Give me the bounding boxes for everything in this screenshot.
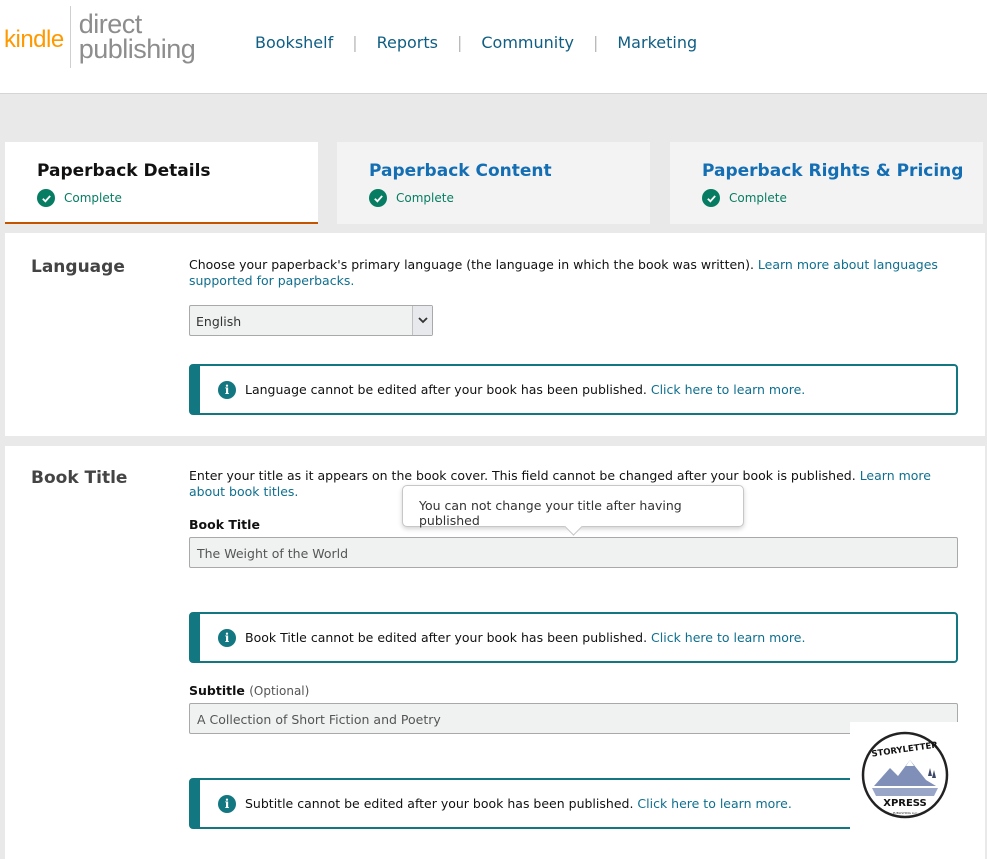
logo-publishing: publishing xyxy=(78,34,196,64)
nav-separator: | xyxy=(456,33,463,52)
language-info-link[interactable]: Click here to learn more. xyxy=(651,382,805,397)
language-section: Language Choose your paperback's primary… xyxy=(5,233,985,436)
subtitle-optional-text: (Optional) xyxy=(249,684,310,698)
main-nav: Bookshelf | Reports | Community | Market… xyxy=(255,33,697,52)
subtitle-label-text: Subtitle xyxy=(189,683,245,698)
check-circle-icon xyxy=(702,189,720,207)
tab-title: Paperback Content xyxy=(369,161,552,181)
language-selected-value: English xyxy=(196,314,242,329)
tab-paperback-rights-pricing[interactable]: Paperback Rights & Pricing Complete xyxy=(670,142,983,224)
info-icon: i xyxy=(218,380,236,399)
nav-community[interactable]: Community xyxy=(481,33,574,52)
chevron-down-icon[interactable] xyxy=(412,306,432,335)
logo-divider xyxy=(69,6,71,68)
nav-reports[interactable]: Reports xyxy=(377,33,438,52)
language-desc-text: Choose your paperback's primary language… xyxy=(189,257,758,272)
logo-kindle-text: kindle xyxy=(4,26,64,53)
book-title-desc-text: Enter your title as it appears on the bo… xyxy=(189,468,860,483)
subtitle-label: Subtitle (Optional) xyxy=(189,683,309,698)
book-title-info-alert: i Book Title cannot be edited after your… xyxy=(189,612,958,663)
info-icon: i xyxy=(218,628,236,647)
check-circle-icon xyxy=(369,189,387,207)
subtitle-info-text: Subtitle cannot be edited after your boo… xyxy=(245,796,634,811)
nav-bookshelf[interactable]: Bookshelf xyxy=(255,33,333,52)
language-info-text: Language cannot be edited after your boo… xyxy=(245,382,647,397)
subtitle-info-alert: i Subtitle cannot be edited after your b… xyxy=(189,778,958,829)
tab-paperback-content[interactable]: Paperback Content Complete xyxy=(337,142,650,224)
nav-separator: | xyxy=(352,33,358,52)
watermark-bottom-text: XPRESS xyxy=(883,798,927,809)
tooltip-text: You can not change your title after havi… xyxy=(419,498,682,528)
check-circle-icon xyxy=(37,189,55,207)
subtitle-value: A Collection of Short Fiction and Poetry xyxy=(197,712,441,727)
tab-paperback-details[interactable]: Paperback Details Complete xyxy=(5,142,318,224)
language-select[interactable]: English xyxy=(189,305,433,336)
language-description: Choose your paperback's primary language… xyxy=(189,257,959,289)
book-title-label: Book Title xyxy=(189,517,260,532)
kdp-logo[interactable]: kindle direct publishing xyxy=(4,6,196,70)
storyletter-xpress-watermark: STORYLETTER XPRESS PUBLISHING LLC xyxy=(850,722,960,830)
book-title-info-text: Book Title cannot be edited after your b… xyxy=(245,630,648,645)
book-title-info-link[interactable]: Click here to learn more. xyxy=(651,630,805,645)
tab-status: Complete xyxy=(37,189,318,207)
tab-status: Complete xyxy=(369,189,650,207)
nav-separator: | xyxy=(592,33,599,52)
tab-title: Paperback Rights & Pricing xyxy=(702,161,964,181)
book-title-heading: Book Title xyxy=(31,468,128,488)
nav-marketing[interactable]: Marketing xyxy=(617,33,697,52)
title-tooltip: You can not change your title after havi… xyxy=(402,485,744,528)
tab-status: Complete xyxy=(702,189,983,207)
watermark-small-text: PUBLISHING LLC xyxy=(893,811,918,815)
book-title-value: The Weight of the World xyxy=(197,546,349,561)
book-title-input[interactable]: The Weight of the World xyxy=(189,537,958,568)
watermark-seal-icon: STORYLETTER XPRESS PUBLISHING LLC xyxy=(861,731,949,819)
top-header: kindle direct publishing Bookshelf | Rep… xyxy=(0,0,987,94)
subtitle-info-link[interactable]: Click here to learn more. xyxy=(637,796,791,811)
language-info-alert: i Language cannot be edited after your b… xyxy=(189,364,958,415)
tab-status-label: Complete xyxy=(64,191,122,205)
logo-direct-publishing-text: direct publishing xyxy=(78,11,196,64)
tab-title: Paperback Details xyxy=(37,161,211,181)
tab-status-label: Complete xyxy=(396,191,454,205)
tab-status-label: Complete xyxy=(729,191,787,205)
language-heading: Language xyxy=(31,257,125,277)
subtitle-input[interactable]: A Collection of Short Fiction and Poetry xyxy=(189,703,958,734)
info-icon: i xyxy=(218,794,236,813)
